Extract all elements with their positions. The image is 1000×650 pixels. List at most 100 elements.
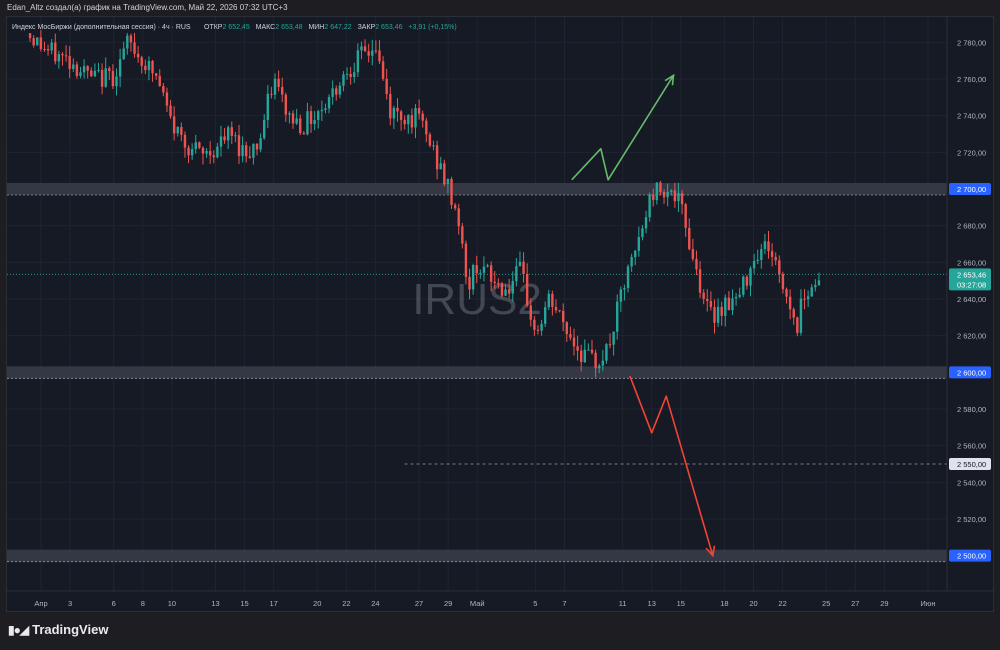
candle-body: [306, 111, 309, 135]
candle-body: [788, 296, 792, 310]
candle-body: [749, 268, 752, 286]
candle-body: [212, 155, 215, 158]
candle-body: [360, 46, 363, 51]
candle-body: [277, 78, 280, 87]
candle-body: [695, 258, 698, 270]
candle-body: [234, 135, 237, 137]
candle-body: [738, 294, 741, 297]
candle-body: [54, 42, 57, 62]
candle-body: [619, 289, 623, 302]
candle-body: [529, 305, 532, 320]
attribution-text: Edan_Altz создал(а) график на TradingVie…: [7, 3, 288, 12]
candle-body: [594, 352, 597, 369]
candle-body: [108, 68, 111, 72]
x-tick-label: 15: [677, 599, 685, 608]
candle-body: [223, 136, 226, 141]
candle-body: [572, 337, 576, 347]
candle-body: [154, 73, 158, 76]
candle-body: [57, 54, 61, 62]
candle-body: [50, 42, 53, 51]
level-price-label: 2 600,00: [957, 368, 986, 377]
chart-area[interactable]: IRUS2 2 500,002 520,002 540,002 560,002 …: [6, 16, 994, 612]
candle-body: [558, 310, 561, 312]
candle-body: [36, 37, 39, 46]
candle-body: [237, 135, 241, 157]
candle-body: [652, 194, 655, 201]
candle-body: [504, 289, 507, 296]
candle-body: [435, 145, 439, 170]
candle-body: [803, 298, 806, 300]
candle-body: [111, 71, 115, 87]
candle-body: [482, 266, 486, 273]
candle-body: [151, 60, 154, 74]
level-price-label: 2 500,00: [957, 552, 986, 561]
candle-body: [785, 289, 788, 297]
candle-body: [471, 265, 475, 290]
candle-body: [792, 309, 795, 318]
candle-body: [90, 70, 93, 77]
candle-body: [414, 108, 417, 128]
candle-body: [28, 33, 32, 39]
candle-body: [324, 108, 327, 111]
candle-body: [299, 118, 302, 133]
legend-high-label: МАКС: [256, 24, 276, 31]
candle-body: [162, 85, 165, 93]
candle-body: [428, 134, 432, 146]
candle-body: [421, 113, 424, 121]
candle-body: [439, 163, 442, 170]
y-tick-label: 2 620,00: [957, 332, 986, 341]
candle-body: [371, 50, 374, 56]
legend-symbol: Индекс МосБиржи (дополнительная сессия) …: [12, 24, 191, 31]
candle-body: [252, 143, 255, 158]
candle-body: [569, 334, 572, 338]
candle-body: [497, 282, 500, 284]
price-chart[interactable]: IRUS2 2 500,002 520,002 540,002 560,002 …: [7, 17, 993, 611]
candle-body: [327, 96, 331, 109]
candle-body: [295, 118, 298, 124]
tradingview-brand: TradingView: [32, 622, 109, 637]
candle-body: [634, 250, 637, 258]
candle-body: [32, 38, 35, 46]
legend-open-label: ОТКР: [204, 24, 223, 31]
candle-body: [273, 78, 277, 95]
candle-body: [623, 288, 626, 290]
candle-body: [716, 306, 720, 323]
price-axis-panel[interactable]: [947, 17, 993, 591]
x-tick-label: 6: [112, 599, 116, 608]
candle-body: [349, 73, 352, 78]
legend-high-value: 2 653,48: [275, 24, 302, 31]
candle-body: [450, 178, 453, 205]
candle-body: [486, 265, 489, 267]
level-zone: [7, 183, 947, 195]
x-tick-label: 22: [342, 599, 350, 608]
candle-body: [587, 349, 590, 351]
candle-body: [432, 145, 435, 147]
candle-body: [533, 319, 536, 330]
candle-body: [724, 297, 727, 316]
time-axis-panel[interactable]: [7, 591, 993, 611]
candle-body: [666, 191, 669, 198]
x-tick-label: 29: [444, 599, 452, 608]
countdown-label: 03:27:08: [957, 280, 986, 289]
candle-body: [461, 226, 464, 244]
x-tick-label: 22: [778, 599, 786, 608]
candle-body: [583, 349, 586, 363]
y-tick-label: 2 720,00: [957, 148, 986, 157]
candle-body: [363, 46, 367, 52]
candle-body: [468, 276, 471, 290]
legend-close-value: 2 653,46: [375, 24, 402, 31]
current-price-label: 2 653,46: [957, 270, 986, 279]
tradingview-logo[interactable]: ▮●◢ TradingView: [8, 622, 108, 637]
candle-body: [774, 256, 777, 261]
candle-body: [407, 115, 410, 125]
candle-body: [417, 108, 421, 114]
candle-body: [648, 194, 651, 218]
candle-body: [734, 296, 738, 299]
y-tick-label: 2 680,00: [957, 222, 986, 231]
level-price-label: 2 700,00: [957, 185, 986, 194]
candle-body: [752, 260, 756, 269]
candle-body: [626, 266, 630, 289]
legend-low-value: 2 647,22: [324, 24, 351, 31]
candle-body: [713, 307, 716, 323]
legend-low-label: МИН: [308, 24, 324, 31]
